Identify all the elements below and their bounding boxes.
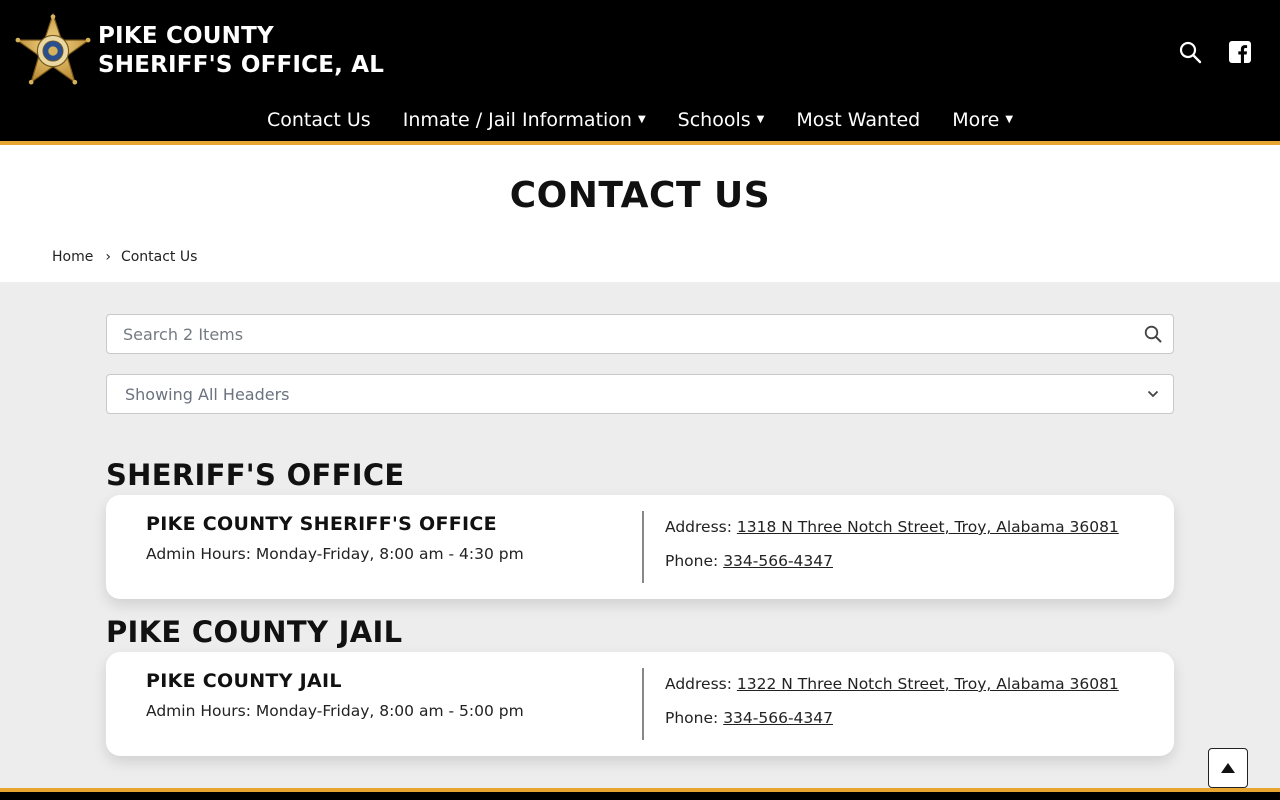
phone-label: Phone:	[665, 709, 719, 727]
filter-selected-value: Showing All Headers	[125, 384, 290, 404]
address-label: Address:	[665, 518, 732, 536]
contact-card-sheriffs-office: PIKE COUNTY SHERIFF'S OFFICE Admin Hours…	[106, 495, 1174, 599]
chevron-down-icon	[1147, 390, 1159, 398]
site-logo-link[interactable]: PIKE COUNTY SHERIFF'S OFFICE, AL	[14, 12, 384, 90]
nav-label: More	[952, 109, 1000, 131]
main-nav: Contact Us Inmate / Jail Information ▼ S…	[0, 104, 1280, 136]
contact-card-pike-county-jail: PIKE COUNTY JAIL Admin Hours: Monday-Fri…	[106, 652, 1174, 756]
address-label: Address:	[665, 675, 732, 693]
nav-label: Inmate / Jail Information	[402, 109, 632, 131]
nav-label: Schools	[677, 109, 751, 131]
site-title: PIKE COUNTY SHERIFF'S OFFICE, AL	[98, 22, 384, 80]
card-address-row: Address: 1322 N Three Notch Street, Troy…	[665, 675, 1119, 693]
facebook-link[interactable]	[1228, 40, 1252, 64]
breadcrumb: Home › Contact Us	[52, 249, 197, 265]
card-address-row: Address: 1318 N Three Notch Street, Troy…	[665, 518, 1119, 536]
card-phone-row: Phone: 334-566-4347	[665, 552, 833, 570]
caret-down-icon: ▼	[637, 114, 646, 125]
breadcrumb-current: Contact Us	[120, 249, 198, 265]
nav-label: Most Wanted	[796, 109, 921, 131]
card-hours: Admin Hours: Monday-Friday, 8:00 am - 4:…	[146, 545, 524, 563]
caret-down-icon: ▼	[1005, 114, 1014, 125]
phone-link[interactable]: 334-566-4347	[723, 709, 833, 727]
back-to-top-button[interactable]	[1208, 748, 1248, 788]
section-heading-sheriffs-office: SHERIFF'S OFFICE	[106, 458, 405, 492]
breadcrumb-separator: ›	[105, 249, 111, 265]
breadcrumb-home-link[interactable]: Home	[52, 249, 93, 265]
nav-label: Contact Us	[266, 109, 371, 131]
sheriff-star-badge-icon	[15, 12, 91, 85]
address-link[interactable]: 1318 N Three Notch Street, Troy, Alabama…	[737, 518, 1119, 536]
address-link[interactable]: 1322 N Three Notch Street, Troy, Alabama…	[737, 675, 1119, 693]
header-filter-select[interactable]: Showing All Headers	[106, 374, 1174, 414]
card-name: PIKE COUNTY SHERIFF'S OFFICE	[146, 513, 497, 535]
nav-most-wanted[interactable]: Most Wanted	[780, 104, 936, 136]
facebook-icon	[1229, 41, 1251, 63]
arrow-up-icon	[1221, 763, 1235, 773]
nav-contact-us[interactable]: Contact Us	[251, 104, 387, 136]
caret-down-icon: ▼	[756, 114, 765, 125]
header-search-button[interactable]	[1178, 40, 1202, 64]
card-divider	[642, 511, 644, 583]
search-icon	[1144, 325, 1162, 343]
nav-inmate-jail-information[interactable]: Inmate / Jail Information ▼	[387, 104, 662, 136]
site-title-line2: SHERIFF'S OFFICE, AL	[98, 52, 385, 78]
card-name: PIKE COUNTY JAIL	[146, 670, 342, 692]
page-title-area: CONTACT US Home › Contact Us	[0, 145, 1280, 282]
site-header: PIKE COUNTY SHERIFF'S OFFICE, AL Contact…	[0, 0, 1280, 141]
card-phone-row: Phone: 334-566-4347	[665, 709, 833, 727]
phone-link[interactable]: 334-566-4347	[723, 552, 833, 570]
search-submit-button[interactable]	[1133, 315, 1173, 353]
section-heading-pike-county-jail: PIKE COUNTY JAIL	[106, 615, 403, 649]
page-title: CONTACT US	[509, 175, 771, 216]
nav-schools[interactable]: Schools ▼	[662, 104, 781, 136]
site-footer	[0, 792, 1280, 800]
nav-more[interactable]: More ▼	[936, 104, 1029, 136]
search-icon	[1179, 41, 1202, 64]
card-divider	[642, 668, 644, 740]
card-hours: Admin Hours: Monday-Friday, 8:00 am - 5:…	[146, 702, 524, 720]
search-input[interactable]	[107, 315, 1133, 353]
site-title-line1: PIKE COUNTY	[98, 23, 274, 49]
search-field	[106, 314, 1174, 354]
header-icons	[1178, 40, 1252, 64]
phone-label: Phone:	[665, 552, 719, 570]
